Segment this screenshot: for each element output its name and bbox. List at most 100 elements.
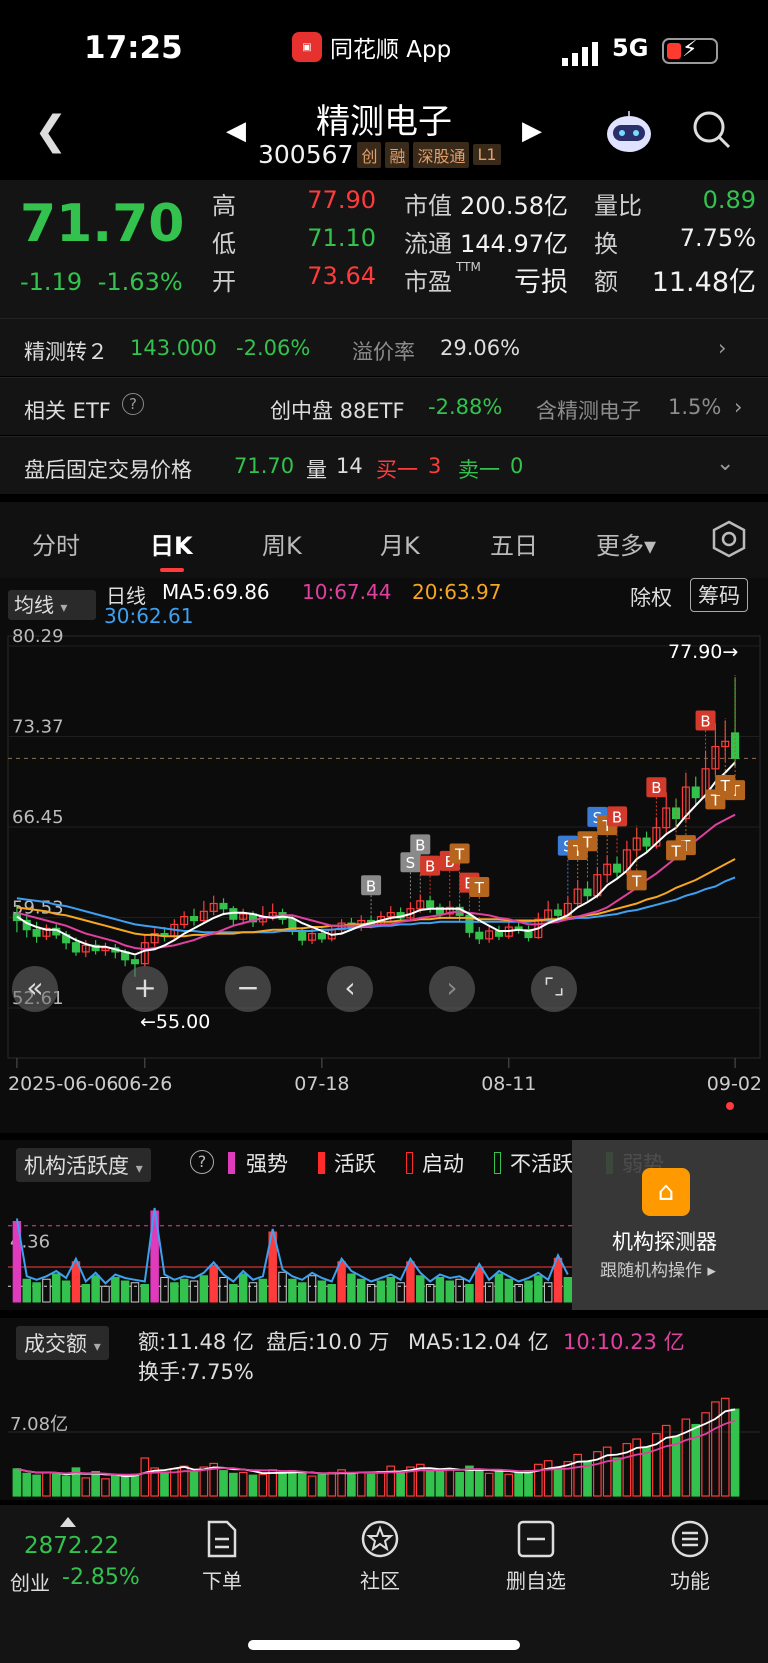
float-label: 流通 bbox=[404, 230, 452, 258]
activity-bar bbox=[130, 1282, 140, 1303]
remove-watchlist-icon bbox=[517, 1520, 555, 1558]
clock: 17:25 bbox=[84, 30, 183, 66]
afterhours-row[interactable]: 盘后固定交易价格 71.70 量 14 买一 3 卖一 0 ⌄ bbox=[0, 436, 768, 494]
legend-inactive-swatch bbox=[494, 1152, 501, 1174]
cb-price: 143.000 bbox=[130, 336, 217, 360]
chip-button[interactable]: 筹码 bbox=[690, 578, 748, 612]
candle-body bbox=[189, 915, 199, 922]
candle-body bbox=[583, 888, 592, 897]
stock-code: 300567 bbox=[258, 140, 354, 169]
volume-bar bbox=[61, 1475, 71, 1497]
high-label: 高 bbox=[212, 192, 236, 220]
tab-intraday[interactable]: 分时 bbox=[32, 526, 80, 561]
index-name: 创业 bbox=[10, 1571, 50, 1595]
activity-bar bbox=[327, 1284, 336, 1303]
mcap-label: 市值 bbox=[404, 192, 452, 220]
convertible-bond-row[interactable]: 精测转２ 143.000 -2.06% 溢价率 29.06% › bbox=[0, 318, 768, 376]
zoom-in-button[interactable]: + bbox=[122, 966, 168, 1012]
volume-select[interactable]: 成交额 ▾ bbox=[16, 1326, 109, 1360]
zoom-out-button[interactable]: − bbox=[225, 966, 271, 1012]
activity-bar bbox=[455, 1278, 464, 1303]
nav-remove-watch-label: 删自选 bbox=[506, 1569, 566, 1593]
indicator-select[interactable]: 均线 ▾ bbox=[8, 590, 96, 620]
x-tick-label: 08-11 bbox=[481, 1073, 536, 1095]
activity-bar bbox=[170, 1282, 179, 1303]
volume-bar bbox=[474, 1469, 484, 1497]
activity-bar bbox=[22, 1278, 31, 1303]
tab-weekly-k[interactable]: 周K bbox=[262, 526, 302, 561]
chevron-down-icon: ⌄ bbox=[716, 451, 735, 476]
activity-bar bbox=[386, 1277, 395, 1303]
settings-hex-icon[interactable] bbox=[710, 520, 748, 558]
nav-community[interactable]: 社区 bbox=[330, 1519, 430, 1594]
volume-bar bbox=[504, 1473, 514, 1497]
tab-five-day[interactable]: 五日 bbox=[490, 526, 538, 561]
volume-bar bbox=[691, 1423, 701, 1497]
stock-code-row: 300567 创 融 深股通 L1 bbox=[258, 140, 501, 169]
tag-chuang: 创 bbox=[357, 141, 382, 168]
activity-line bbox=[15, 1207, 569, 1285]
chart-frame bbox=[7, 635, 761, 1059]
tab-daily-k[interactable]: 日K bbox=[150, 526, 193, 561]
volume-bar bbox=[297, 1472, 307, 1497]
next-stock-icon[interactable]: ▶ bbox=[522, 116, 542, 146]
adjust-button[interactable]: 除权 bbox=[630, 582, 672, 612]
volume-bar bbox=[455, 1471, 464, 1497]
activity-bar bbox=[297, 1282, 307, 1303]
tab-more[interactable]: 更多▾ bbox=[596, 526, 656, 561]
volume-bar bbox=[514, 1471, 523, 1497]
tag-level: L1 bbox=[473, 144, 501, 165]
volratio-label: 量比 bbox=[594, 192, 642, 220]
volume-bar bbox=[356, 1471, 366, 1497]
prev-stock-icon[interactable]: ◀ bbox=[226, 116, 246, 146]
legend-start-swatch bbox=[406, 1152, 413, 1174]
volume-afterhours: 盘后:10.0 万 bbox=[266, 1330, 390, 1354]
fullscreen-button[interactable]: ⌜⌟ bbox=[531, 966, 577, 1012]
scroll-right-button[interactable]: › bbox=[429, 966, 475, 1012]
volume-bar bbox=[22, 1472, 32, 1497]
robot-assistant-icon[interactable] bbox=[604, 110, 654, 154]
candle-body bbox=[317, 932, 326, 940]
nav-remove-watch[interactable]: 删自选 bbox=[486, 1519, 586, 1594]
candle-body bbox=[219, 902, 228, 910]
nav-functions[interactable]: 功能 bbox=[640, 1519, 740, 1594]
etf-label: 相关 ETF bbox=[24, 399, 111, 423]
help-icon[interactable]: ? bbox=[190, 1150, 214, 1174]
volume-bar bbox=[130, 1473, 140, 1497]
activity-bar bbox=[189, 1280, 199, 1303]
activity-bar bbox=[258, 1278, 268, 1303]
nav-functions-label: 功能 bbox=[670, 1569, 710, 1593]
legend-start: 启动 bbox=[422, 1152, 464, 1176]
etf-row[interactable]: 相关 ETF ? 创中盘 88ETF -2.88% 含精测电子 1.5% › bbox=[0, 377, 768, 435]
volume-bar bbox=[396, 1471, 405, 1497]
min-price-label: ←55.00 bbox=[140, 1011, 210, 1033]
activity-bar bbox=[32, 1282, 41, 1303]
activity-select[interactable]: 机构活跃度 ▾ bbox=[16, 1148, 151, 1182]
open-value: 73.64 bbox=[307, 262, 376, 290]
candlestick-chart[interactable]: 80.2973.3766.4559.5352.61BSBBBTBTSTTSTBT… bbox=[0, 628, 768, 1133]
signal-label: B bbox=[651, 779, 661, 797]
candle-body bbox=[691, 786, 700, 799]
ma-legend-bar: 均线 ▾ 日线 MA5:69.86 10:67.44 20:63.97 30:6… bbox=[0, 578, 768, 628]
scroll-left-button[interactable]: ‹ bbox=[327, 966, 373, 1012]
help-icon[interactable]: ? bbox=[122, 393, 144, 415]
bottom-nav: 2872.22 创业 -2.85% 下单 社区 删自选 功能 bbox=[0, 1505, 768, 1663]
volume-bar bbox=[494, 1470, 504, 1497]
buy1-value: 3 bbox=[428, 454, 442, 478]
activity-bar bbox=[52, 1273, 61, 1303]
app-logo-icon: ▣ bbox=[292, 32, 322, 62]
search-icon[interactable] bbox=[692, 110, 732, 150]
volume-ma5-line bbox=[16, 1408, 736, 1478]
nav-order[interactable]: 下单 bbox=[172, 1519, 272, 1594]
rewind-button[interactable]: « bbox=[12, 966, 58, 1012]
tab-monthly-k[interactable]: 月K bbox=[380, 526, 420, 561]
y-tick-label: 73.37 bbox=[12, 717, 64, 738]
volume-bar bbox=[543, 1460, 553, 1497]
activity-bar bbox=[406, 1261, 415, 1303]
index-value[interactable]: 2872.22 bbox=[24, 1533, 119, 1559]
expand-up-icon[interactable] bbox=[60, 1517, 76, 1527]
detector-panel[interactable]: ⌂ 机构探测器 跟随机构操作 ▸ bbox=[572, 1140, 768, 1310]
activity-bar bbox=[91, 1275, 100, 1303]
volume-bar bbox=[199, 1466, 209, 1497]
change-percent: -1.63% bbox=[97, 268, 183, 296]
